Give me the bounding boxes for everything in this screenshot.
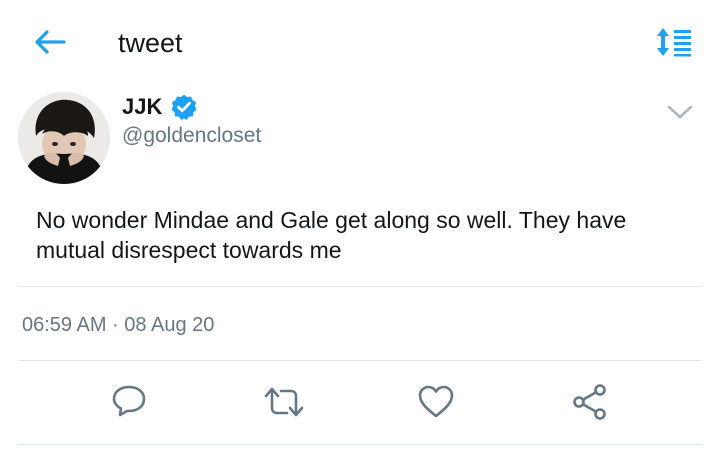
arrow-left-icon <box>35 30 66 54</box>
sort-icon <box>657 28 691 57</box>
tweet-text: No wonder Mindae and Gale get along so w… <box>36 207 627 263</box>
tweet-actions <box>0 378 720 428</box>
share-icon <box>573 384 606 420</box>
sort-button[interactable] <box>650 24 696 60</box>
retweet-icon <box>264 387 304 417</box>
divider <box>18 444 702 445</box>
share-button[interactable] <box>568 378 612 426</box>
author-name-row: JJK <box>122 92 198 122</box>
display-name[interactable]: JJK <box>122 94 162 120</box>
divider <box>18 360 702 361</box>
reply-icon <box>112 385 146 417</box>
back-button[interactable] <box>28 22 72 62</box>
heart-icon <box>418 385 454 418</box>
app-header: tweet <box>0 0 720 86</box>
avatar[interactable] <box>18 92 110 184</box>
more-options-button[interactable] <box>660 96 700 128</box>
like-button[interactable] <box>414 378 458 426</box>
chevron-down-icon <box>667 105 693 119</box>
page-title: tweet <box>118 28 183 58</box>
retweet-button[interactable] <box>262 378 306 426</box>
user-handle[interactable]: @goldencloset <box>122 124 261 148</box>
reply-button[interactable] <box>107 378 151 426</box>
profile-photo <box>18 92 110 184</box>
verified-badge-icon <box>170 93 198 121</box>
tweet-timestamp: 06:59 AM · 08 Aug 20 <box>22 314 215 336</box>
divider <box>18 286 702 287</box>
